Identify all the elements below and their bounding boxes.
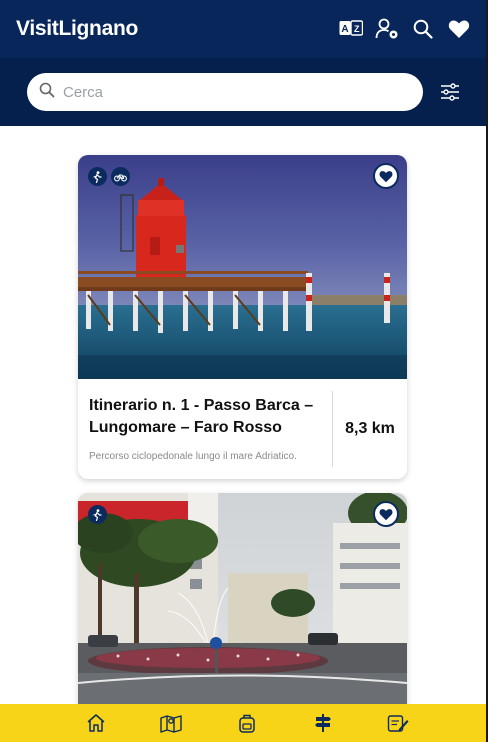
heart-icon xyxy=(379,170,393,182)
card-distance: 8,3 km xyxy=(345,420,395,437)
user-settings-icon[interactable] xyxy=(374,16,400,42)
signpost-icon[interactable] xyxy=(308,708,338,738)
svg-text:Z: Z xyxy=(354,24,360,34)
filter-sliders-icon[interactable] xyxy=(437,79,463,105)
brand-logo[interactable]: VisitLignano xyxy=(16,17,138,41)
favorite-button[interactable] xyxy=(373,163,399,189)
heart-icon xyxy=(379,508,393,520)
card-text: Itinerario n. 1 - Passo Barca – Lungomar… xyxy=(78,391,333,467)
card-title[interactable]: Itinerario n. 1 - Passo Barca – Lungomar… xyxy=(89,395,324,439)
card-description: Percorso ciclopedonale lungo il mare Adr… xyxy=(89,451,297,462)
search-field-container[interactable] xyxy=(27,73,423,111)
bike-icon xyxy=(111,167,130,186)
favorite-button[interactable] xyxy=(373,501,399,527)
svg-text:A: A xyxy=(341,24,348,35)
activity-badges xyxy=(88,505,107,524)
search-icon xyxy=(39,82,55,103)
walking-icon xyxy=(88,505,107,524)
card-image-roundabout[interactable] xyxy=(78,493,407,733)
search-icon[interactable] xyxy=(410,16,436,42)
itinerary-card[interactable] xyxy=(78,493,407,733)
itinerary-card[interactable]: Itinerario n. 1 - Passo Barca – Lungomar… xyxy=(78,155,407,479)
activity-badges xyxy=(88,167,130,186)
search-input[interactable] xyxy=(63,83,383,101)
backpack-icon[interactable] xyxy=(232,708,262,738)
search-bar xyxy=(0,58,486,126)
bottom-nav xyxy=(0,704,486,742)
heart-icon[interactable] xyxy=(446,16,472,42)
top-actions: A Z xyxy=(338,16,472,42)
walking-icon xyxy=(88,167,107,186)
home-icon[interactable] xyxy=(81,708,111,738)
card-body: Itinerario n. 1 - Passo Barca – Lungomar… xyxy=(78,379,407,479)
notes-icon[interactable] xyxy=(383,708,413,738)
map-icon[interactable] xyxy=(156,708,186,738)
card-image-lighthouse[interactable] xyxy=(78,155,407,379)
top-bar: VisitLignano A Z xyxy=(0,0,486,58)
translate-icon[interactable]: A Z xyxy=(338,16,364,42)
